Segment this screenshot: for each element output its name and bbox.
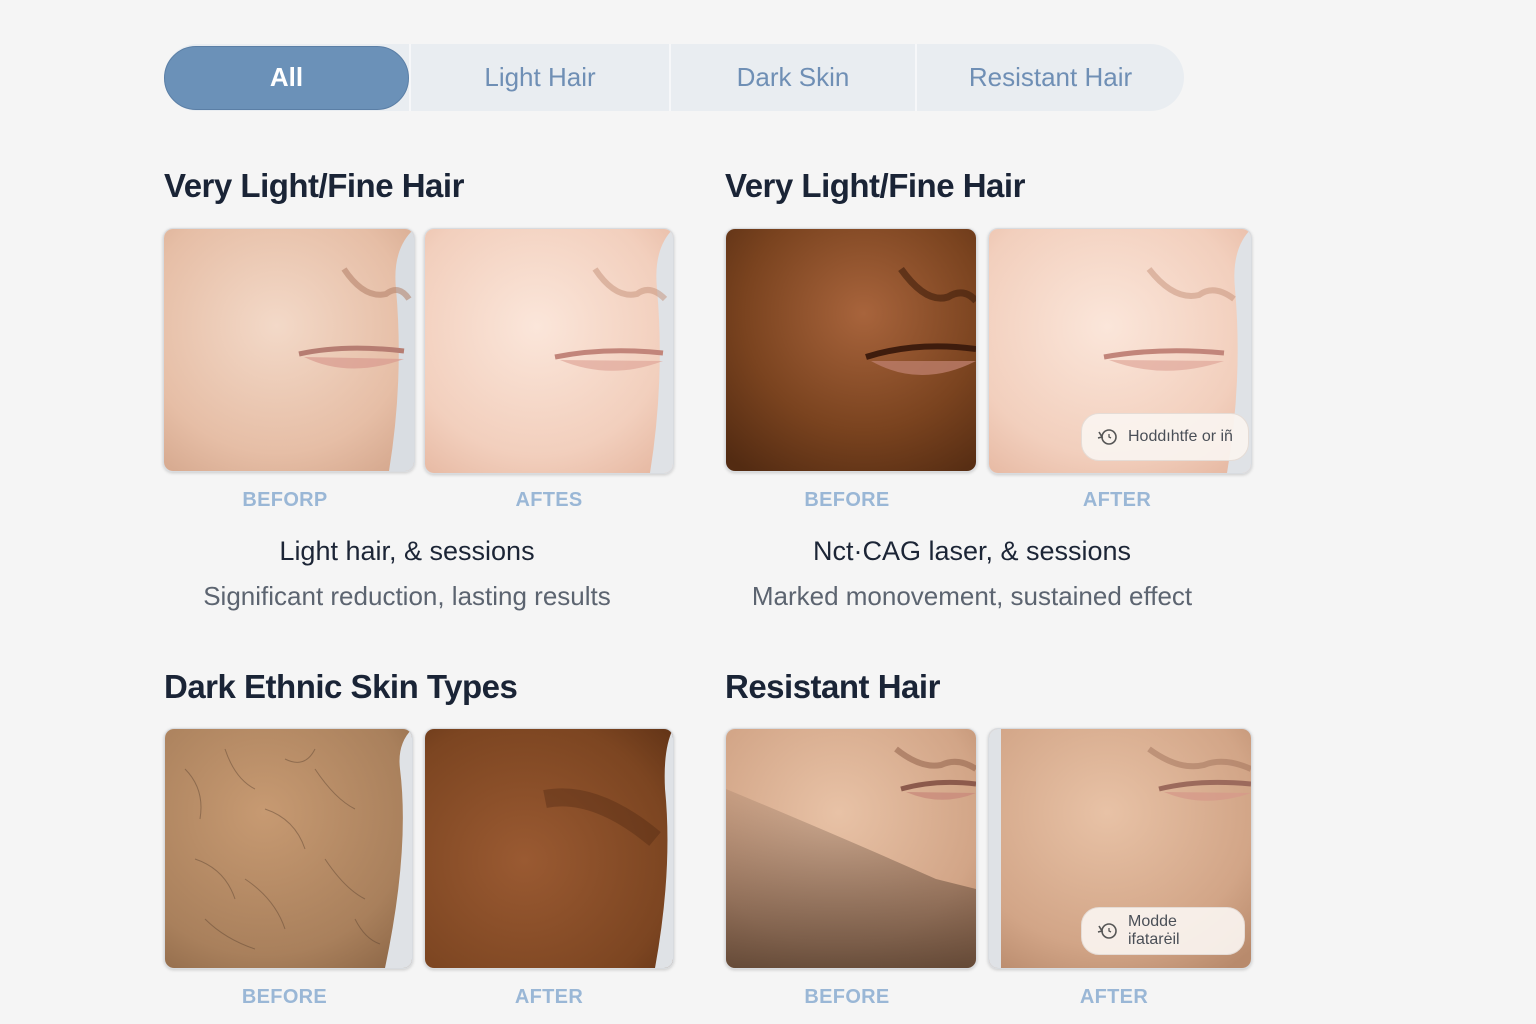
- card-4-before-label: BEFORE: [804, 986, 890, 1008]
- card-2-title: Very Light/Fine Hair: [725, 167, 1025, 204]
- card-4-badge[interactable]: Modde ifatarėil: [1081, 907, 1245, 955]
- card-1-before-label: BEFORP: [242, 489, 328, 511]
- card-2-badge[interactable]: Hoddıhtfe or iñ: [1081, 413, 1249, 461]
- card-2-after-label: AFTER: [1082, 489, 1152, 511]
- card-3-title: Dark Ethnic Skin Types: [164, 668, 518, 705]
- card-4-before-photo: [725, 728, 977, 969]
- card-1-subtitle: Light hair, & sessions: [279, 536, 535, 566]
- tab-all[interactable]: All: [164, 45, 409, 110]
- card-4-after-label: AFTER: [1079, 986, 1149, 1008]
- rotate-history-icon: [1096, 922, 1120, 940]
- card-3-after-label: AFTER: [514, 986, 584, 1008]
- card-3-after-photo: [424, 728, 674, 969]
- card-2-before-label: BEFORE: [804, 489, 890, 511]
- card-1-before-photo: [163, 228, 415, 472]
- card-3-before-label: BEFORE: [241, 986, 328, 1008]
- card-1-after-photo: [424, 228, 674, 474]
- card-4-badge-text: Modde ifatarėil: [1128, 913, 1180, 948]
- card-1-after-label: AFTES: [515, 489, 583, 511]
- card-2-before-photo: [725, 228, 977, 472]
- tab-light-hair[interactable]: Light Hair: [409, 44, 669, 111]
- card-4-title: Resistant Hair: [725, 668, 940, 705]
- card-2-description: Marked monovement, sustained effect: [751, 581, 1193, 611]
- card-3-before-photo: [164, 728, 413, 969]
- card-2-badge-text: Hoddıhtfe or iñ: [1128, 428, 1233, 445]
- tab-dark-skin[interactable]: Dark Skin: [669, 44, 915, 111]
- filter-tabs: All Light Hair Dark Skin Resistant Hair: [164, 44, 1184, 111]
- card-1-description: Significant reduction, lasting results: [203, 581, 611, 611]
- card-1-title: Very Light/Fine Hair: [164, 167, 464, 204]
- card-2-subtitle: Nct·CAG laser, & sessions: [812, 536, 1132, 566]
- rotate-history-icon: [1096, 428, 1120, 446]
- tab-resistant-hair[interactable]: Resistant Hair: [915, 44, 1184, 111]
